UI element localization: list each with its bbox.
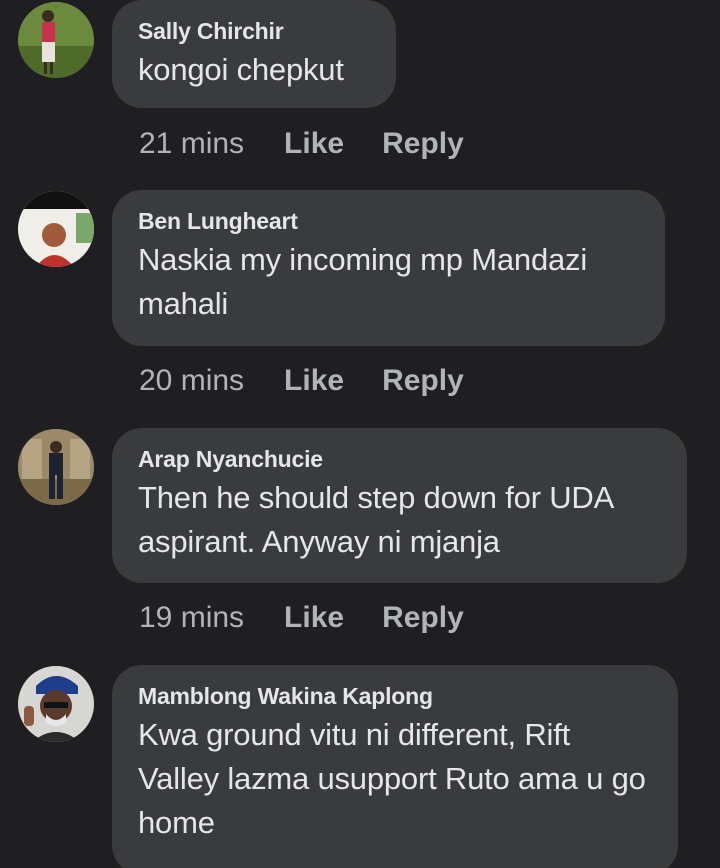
comment-text: Then he should step down for UDA aspiran… <box>138 480 613 559</box>
comment-text: kongoi chepkut <box>138 52 344 87</box>
comment-author[interactable]: Ben Lungheart <box>138 206 639 236</box>
person-photo-icon <box>18 2 94 78</box>
comment-actions: 20 mins Like Reply <box>139 361 464 401</box>
person-photo-icon <box>18 666 94 742</box>
comment-author[interactable]: Sally Chirchir <box>138 16 370 46</box>
reply-button[interactable]: Reply <box>382 601 464 635</box>
like-button[interactable]: Like <box>284 601 344 635</box>
comment-actions: 21 mins Like Reply <box>139 124 464 164</box>
comment-bubble[interactable]: Mamblong Wakina Kaplong Kwa ground vitu … <box>112 665 678 868</box>
comment-actions: 19 mins Like Reply <box>139 598 464 638</box>
comment-feed: Sally Chirchir kongoi chepkut 21 mins Li… <box>0 0 720 868</box>
person-photo-icon <box>18 191 94 267</box>
avatar[interactable] <box>18 2 94 78</box>
like-button[interactable]: Like <box>284 364 344 398</box>
avatar[interactable] <box>18 666 94 742</box>
comment-bubble[interactable]: Arap Nyanchucie Then he should step down… <box>112 428 687 583</box>
comment-timestamp[interactable]: 19 mins <box>139 601 244 635</box>
reply-button[interactable]: Reply <box>382 127 464 161</box>
comment-bubble[interactable]: Ben Lungheart Naskia my incoming mp Mand… <box>112 190 665 346</box>
comment-text: Kwa ground vitu ni different, Rift Valle… <box>138 717 646 840</box>
avatar[interactable] <box>18 429 94 505</box>
comment-bubble[interactable]: Sally Chirchir kongoi chepkut <box>112 0 396 108</box>
comment-timestamp[interactable]: 21 mins <box>139 127 244 161</box>
avatar[interactable] <box>18 191 94 267</box>
like-button[interactable]: Like <box>284 127 344 161</box>
comment-timestamp[interactable]: 20 mins <box>139 364 244 398</box>
comment-author[interactable]: Arap Nyanchucie <box>138 444 661 474</box>
comment-author[interactable]: Mamblong Wakina Kaplong <box>138 681 652 711</box>
reply-button[interactable]: Reply <box>382 364 464 398</box>
person-photo-icon <box>18 429 94 505</box>
comment-text: Naskia my incoming mp Mandazi mahali <box>138 242 588 321</box>
